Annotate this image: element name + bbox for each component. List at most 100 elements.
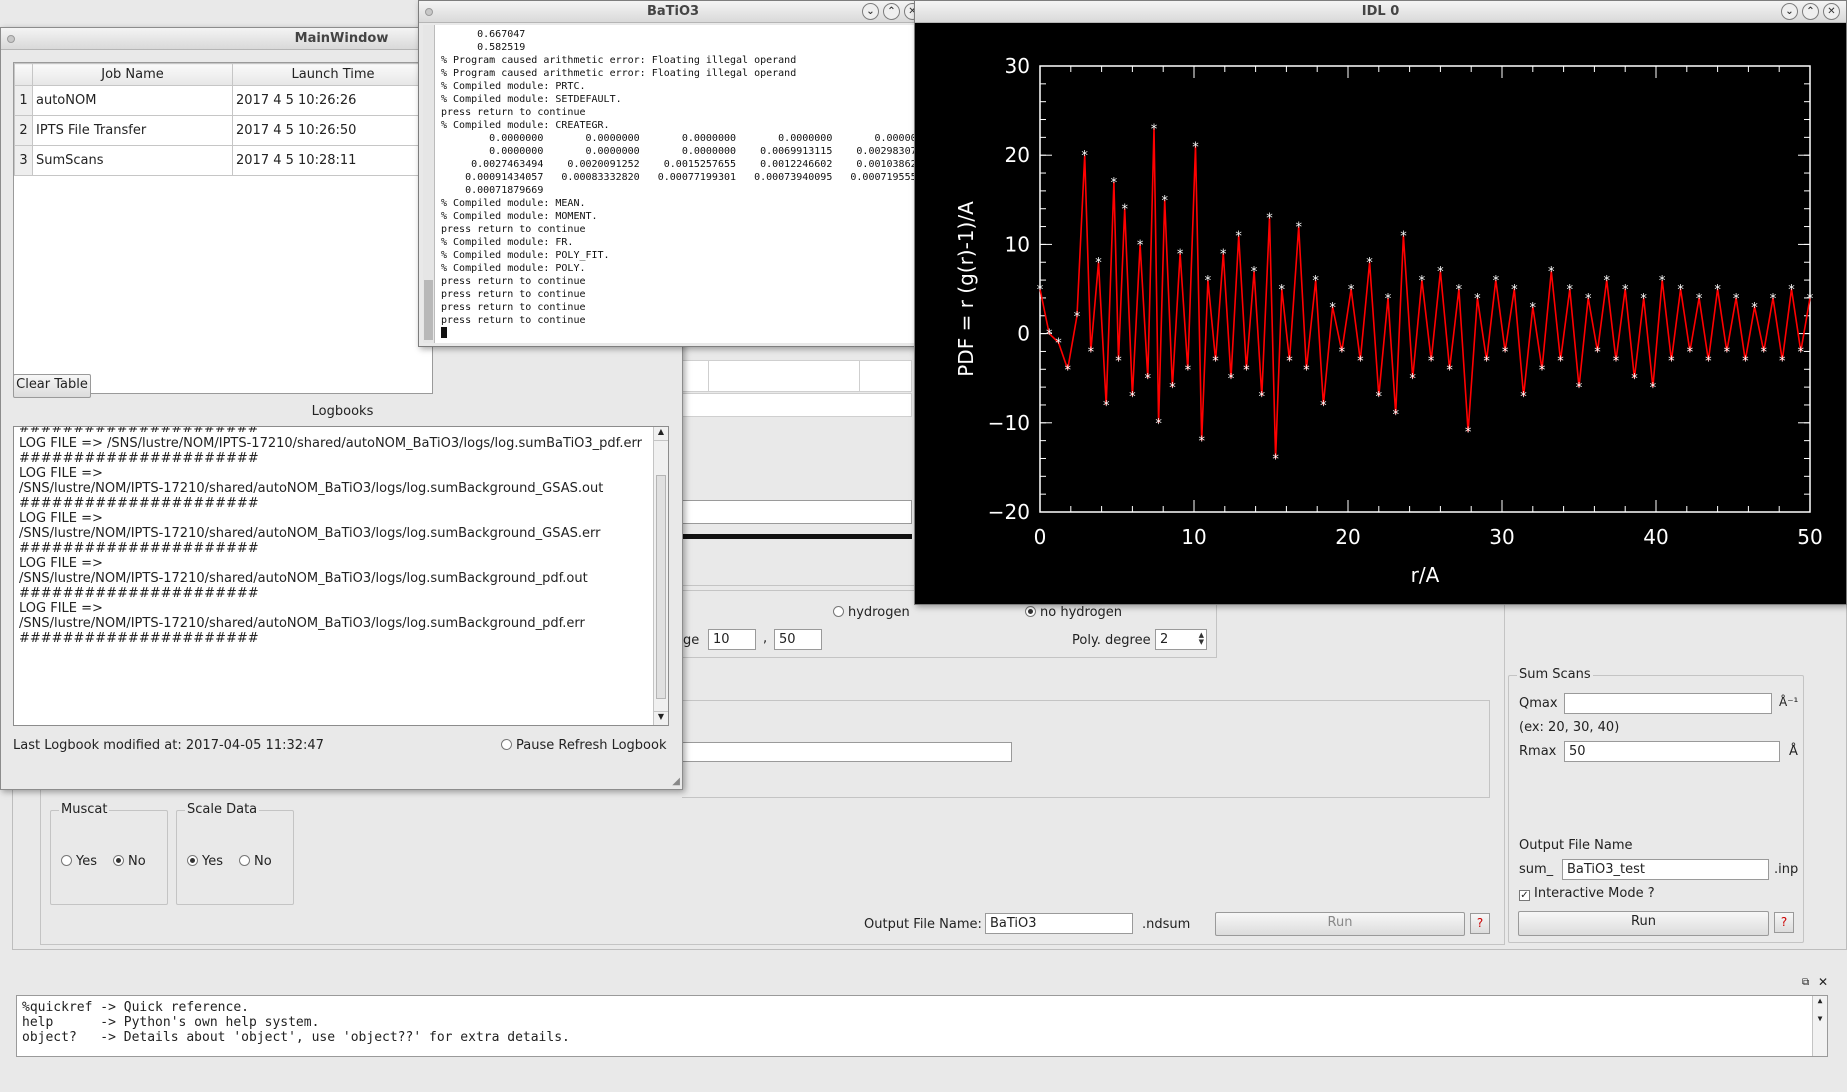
pdf-plot: 0 10 20 30 40 50 −20 −10 0 10 20 30 * * * * * * * * * * * * * * *…	[915, 24, 1846, 604]
scale-yes-radio[interactable]: Yes	[187, 854, 223, 869]
window-menu-icon[interactable]	[7, 35, 15, 43]
job-name-cell[interactable]: autoNOM	[32, 85, 233, 116]
output-run-button[interactable]: Run	[1215, 912, 1465, 936]
terminal-line: % Compiled module: PRTC.	[441, 81, 586, 92]
muscat-no-indicator	[113, 855, 124, 866]
logbook-text-area[interactable]: ###################### LOG FILE => /SNS/…	[13, 426, 669, 726]
table-row[interactable]: 1 autoNOM 2017 4 5 10:26:26	[14, 85, 434, 116]
job-name-cell[interactable]: SumScans	[32, 145, 233, 176]
terminal-line: % Compiled module: CREATEGR.	[441, 120, 610, 131]
minimize-icon[interactable]: ⌄	[1781, 3, 1798, 20]
launch-time-cell[interactable]: 2017 4 5 10:26:50	[232, 115, 434, 146]
terminal-scroll-thumb[interactable]	[424, 280, 433, 340]
maximize-icon[interactable]: ⌃	[1802, 3, 1819, 20]
close-icon[interactable]: ✕	[1823, 3, 1840, 20]
sum-output-input[interactable]: BaTiO3_test	[1562, 859, 1769, 880]
data-point-marker: *	[1103, 399, 1110, 414]
terminal-line: % Compiled module: MOMENT.	[441, 211, 598, 222]
log-line: LOG FILE =>	[19, 466, 103, 481]
terminal-scrollbar[interactable]	[423, 25, 435, 343]
data-point-marker: *	[1212, 354, 1219, 369]
terminal-line: press return to continue	[441, 276, 586, 287]
pause-refresh-label: Pause Refresh Logbook	[516, 738, 667, 753]
muscat-yes-radio[interactable]: Yes	[61, 854, 97, 869]
terminal-window: BaTiO3 ⌄ ⌃ ✕ 0.667047 0.582519 % Program…	[418, 0, 928, 347]
interactive-mode-checkbox[interactable]: ✓ Interactive Mode ?	[1519, 886, 1655, 901]
output-file-input[interactable]: BaTiO3	[985, 913, 1133, 934]
data-point-marker: *	[1151, 122, 1158, 137]
terminal-line: 0.667047	[441, 29, 526, 40]
data-point-marker: *	[1286, 354, 1293, 369]
qmax-input[interactable]	[1564, 693, 1772, 714]
data-point-marker: *	[1733, 292, 1740, 307]
scroll-up-icon[interactable]: ▲	[654, 427, 668, 441]
data-point-marker: *	[1376, 390, 1383, 405]
scale-no-label: No	[254, 854, 272, 869]
console-panel[interactable]: %quickref -> Quick reference. help -> Py…	[16, 995, 1828, 1057]
jobs-table: Job Name Launch Time 1 autoNOM 2017 4 5 …	[13, 62, 434, 394]
console-line: help -> Python's own help system.	[22, 1015, 320, 1030]
data-point-marker: *	[1392, 408, 1399, 423]
console-line: %quickref -> Quick reference.	[22, 1000, 249, 1015]
table-row[interactable]: 2 IPTS File Transfer 2017 4 5 10:26:50	[14, 115, 434, 146]
job-name-cell[interactable]: IPTS File Transfer	[32, 115, 233, 146]
terminal-titlebar[interactable]: BaTiO3 ⌄ ⌃ ✕	[419, 1, 927, 23]
logbook-scrollbar[interactable]: ▲ ▼	[653, 427, 668, 725]
data-point-marker: *	[1677, 283, 1684, 298]
interactive-mode-label: Interactive Mode ?	[1534, 886, 1655, 901]
terminal-line: % Compiled module: POLY.	[441, 263, 586, 274]
sum-run-button[interactable]: Run	[1518, 911, 1769, 936]
window-menu-icon[interactable]	[425, 8, 433, 16]
data-point-marker: *	[1251, 265, 1258, 280]
console-scrollbar[interactable]: ▲ ▼	[1812, 996, 1827, 1056]
scale-no-radio[interactable]: No	[239, 854, 272, 869]
idl-titlebar[interactable]: IDL 0 ⌄ ⌃ ✕	[915, 1, 1846, 23]
minimize-icon[interactable]: ⌄	[862, 3, 879, 20]
scale-data-group: Scale Data Yes No	[176, 802, 294, 905]
terminal-line: 0.00091434057 0.00083332820 0.0007719930…	[441, 172, 925, 183]
column-header-launch-time[interactable]: Launch Time	[232, 63, 434, 86]
scroll-thumb[interactable]	[656, 475, 666, 699]
clear-table-button[interactable]: Clear Table	[13, 374, 91, 398]
data-point-marker: *	[1557, 354, 1564, 369]
log-line: LOG FILE =>	[19, 556, 103, 571]
data-point-marker: *	[1474, 292, 1481, 307]
data-point-marker: *	[1548, 265, 1555, 280]
data-point-marker: *	[1169, 381, 1176, 396]
qmax-label: Qmax	[1519, 696, 1558, 711]
data-point-marker: *	[1220, 247, 1227, 262]
data-point-marker: *	[1295, 221, 1302, 236]
data-point-marker: *	[1279, 283, 1286, 298]
column-header-job-name[interactable]: Job Name	[32, 63, 233, 86]
data-point-marker: *	[1668, 354, 1675, 369]
terminal-line: press return to continue	[441, 315, 586, 326]
last-modified-label: Last Logbook modified at: 2017-04-05 11:…	[13, 738, 324, 753]
x-tick-label: 20	[1335, 525, 1360, 549]
launch-time-cell[interactable]: 2017 4 5 10:26:26	[232, 85, 434, 116]
rmax-input[interactable]: 50	[1564, 741, 1780, 762]
data-point-marker: *	[1779, 354, 1786, 369]
pause-refresh-radio[interactable]: Pause Refresh Logbook	[501, 738, 667, 753]
y-tick-label: 10	[1005, 232, 1030, 256]
terminal-output[interactable]: 0.667047 0.582519 % Program caused arith…	[423, 25, 925, 343]
log-line: ######################	[19, 631, 259, 646]
data-point-marker: *	[1366, 256, 1373, 271]
console-close-icon[interactable]: ✕	[1818, 975, 1828, 989]
scroll-down-icon[interactable]: ▼	[654, 711, 668, 725]
checkmark-icon: ✓	[1519, 890, 1530, 901]
output-help-button[interactable]: ?	[1470, 913, 1490, 934]
muscat-no-radio[interactable]: No	[113, 854, 146, 869]
scale-yes-label: Yes	[202, 854, 223, 869]
terminal-line: press return to continue	[441, 289, 586, 300]
resize-grip-icon[interactable]: ◢	[672, 776, 680, 787]
scale-no-indicator	[239, 855, 250, 866]
data-point-marker: *	[1788, 283, 1795, 298]
output-file-ext: .ndsum	[1142, 917, 1191, 932]
table-row[interactable]: 3 SumScans 2017 4 5 10:28:11	[14, 145, 434, 176]
log-line: ######################	[19, 451, 259, 466]
launch-time-cell[interactable]: 2017 4 5 10:28:11	[232, 145, 434, 176]
sum-help-button[interactable]: ?	[1774, 912, 1794, 933]
console-float-icon[interactable]: ⧉	[1802, 977, 1809, 988]
maximize-icon[interactable]: ⌃	[883, 3, 900, 20]
sum-prefix-label: sum_	[1519, 862, 1554, 877]
